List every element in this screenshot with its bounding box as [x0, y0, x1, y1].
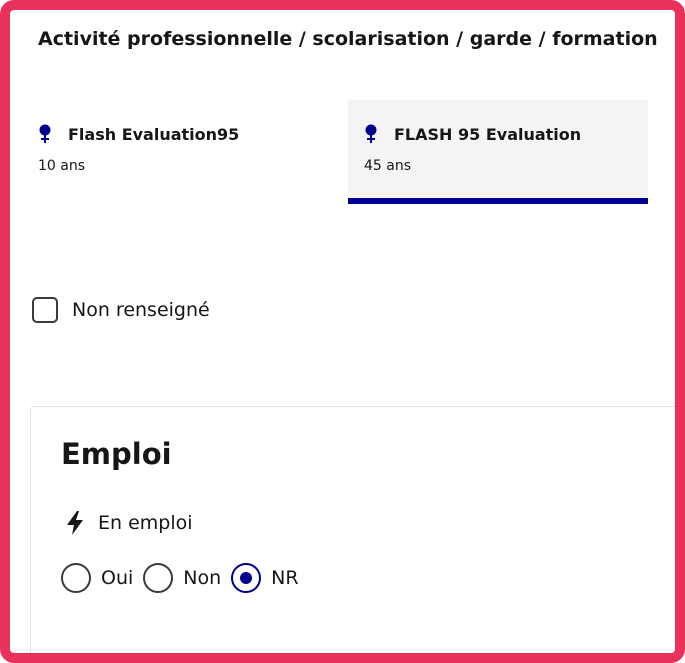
bolt-icon: [67, 511, 83, 535]
tab-person-2[interactable]: FLASH 95 Evaluation 45 ans: [348, 100, 648, 204]
radio-oui[interactable]: [61, 563, 91, 593]
radio-label-oui: Oui: [101, 567, 134, 589]
en-emploi-label: En emploi: [98, 512, 193, 534]
en-emploi-radio-group: Oui Non NR: [61, 563, 309, 593]
en-emploi-field: En emploi: [66, 511, 193, 535]
section-title: Activité professionnelle / scolarisation…: [38, 28, 658, 50]
non-renseigne-checkbox[interactable]: [32, 297, 58, 323]
non-renseigne-checkbox-group[interactable]: Non renseigné: [32, 297, 210, 323]
emploi-card: Emploi En emploi Oui Non NR: [30, 406, 675, 653]
tab-person-name: Flash Evaluation95: [68, 124, 240, 144]
radio-option-nr[interactable]: NR: [231, 563, 299, 593]
tab-person-age: 10 ans: [38, 158, 86, 174]
emploi-title: Emploi: [61, 437, 172, 471]
radio-nr[interactable]: [231, 563, 262, 593]
tab-person-age: 45 ans: [364, 158, 412, 174]
female-icon: [365, 124, 377, 143]
radio-option-non[interactable]: Non: [143, 563, 221, 593]
radio-label-non: Non: [183, 567, 222, 589]
tab-person-name: FLASH 95 Evaluation: [394, 124, 582, 144]
radio-label-nr: NR: [271, 567, 299, 589]
radio-option-oui[interactable]: Oui: [61, 563, 133, 593]
focus-frame: Activité professionnelle / scolarisation…: [0, 0, 685, 663]
radio-non[interactable]: [143, 563, 174, 593]
tab-person-1[interactable]: Flash Evaluation95 10 ans: [38, 100, 338, 204]
female-icon: [39, 124, 51, 143]
non-renseigne-label: Non renseigné: [72, 299, 210, 321]
